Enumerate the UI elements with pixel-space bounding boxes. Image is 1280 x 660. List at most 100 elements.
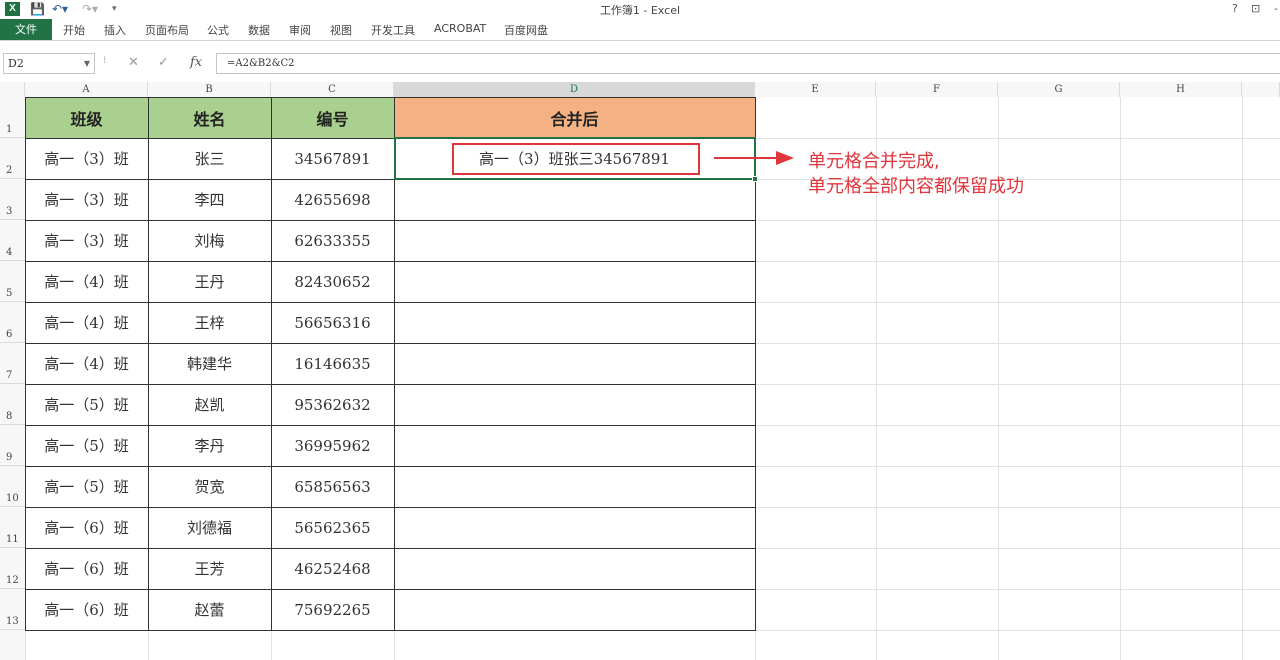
annotation-line-1: 单元格合并完成, bbox=[808, 151, 940, 172]
table-cell[interactable]: 82430652 bbox=[271, 261, 394, 302]
table-border bbox=[25, 97, 26, 631]
enter-icon[interactable]: ✓ bbox=[158, 55, 169, 70]
table-cell[interactable]: 36995962 bbox=[271, 425, 394, 466]
table-cell[interactable]: 34567891 bbox=[271, 138, 394, 179]
row-header-12[interactable]: 12 bbox=[0, 548, 25, 589]
ribbon-display-button[interactable]: ⊡ bbox=[1251, 2, 1260, 15]
row-header-3[interactable]: 3 bbox=[0, 179, 25, 220]
table-cell[interactable]: 高一（5）班 bbox=[25, 425, 148, 466]
arrow-head-icon bbox=[776, 151, 794, 165]
table-cell[interactable]: 42655698 bbox=[271, 179, 394, 220]
row-header-13[interactable]: 13 bbox=[0, 589, 25, 630]
tab-insert[interactable]: 插入 bbox=[104, 22, 126, 38]
row-header-11[interactable]: 11 bbox=[0, 507, 25, 548]
column-header-c[interactable]: C bbox=[271, 82, 394, 97]
select-all-corner[interactable] bbox=[0, 82, 25, 97]
column-header-a[interactable]: A bbox=[25, 82, 148, 97]
column-header-f[interactable]: F bbox=[876, 82, 998, 97]
tab-developer[interactable]: 开发工具 bbox=[371, 22, 415, 38]
table-cell[interactable]: 46252468 bbox=[271, 548, 394, 589]
name-box[interactable]: D2 ▼ bbox=[3, 53, 95, 74]
table-cell[interactable]: 62633355 bbox=[271, 220, 394, 261]
row-header-4[interactable]: 4 bbox=[0, 220, 25, 261]
column-header-h[interactable]: H bbox=[1120, 82, 1242, 97]
table-cell[interactable]: 65856563 bbox=[271, 466, 394, 507]
header-cell-merged[interactable]: 合并后 bbox=[394, 97, 755, 138]
table-cell[interactable]: 高一（4）班 bbox=[25, 302, 148, 343]
table-cell[interactable]: 56562365 bbox=[271, 507, 394, 548]
gridline bbox=[755, 507, 1280, 508]
gridline bbox=[755, 343, 1280, 344]
table-cell[interactable]: 贺宽 bbox=[148, 466, 271, 507]
row-header-8[interactable]: 8 bbox=[0, 384, 25, 425]
row-header-5[interactable]: 5 bbox=[0, 261, 25, 302]
table-cell[interactable]: 李四 bbox=[148, 179, 271, 220]
tab-baidu-netdisk[interactable]: 百度网盘 bbox=[504, 22, 548, 38]
table-cell[interactable]: 韩建华 bbox=[148, 343, 271, 384]
column-header-i[interactable] bbox=[1242, 82, 1280, 97]
table-cell[interactable]: 75692265 bbox=[271, 589, 394, 630]
gridline bbox=[1242, 97, 1243, 660]
column-header-e[interactable]: E bbox=[755, 82, 876, 97]
table-cell[interactable]: 赵凯 bbox=[148, 384, 271, 425]
table-cell[interactable]: 王芳 bbox=[148, 548, 271, 589]
table-cell[interactable]: 16146635 bbox=[271, 343, 394, 384]
insert-function-icon[interactable]: fx bbox=[190, 55, 202, 70]
row-header-14[interactable] bbox=[0, 630, 25, 660]
header-cell-class[interactable]: 班级 bbox=[25, 97, 148, 138]
table-cell[interactable]: 高一（3）班 bbox=[25, 138, 148, 179]
window-title: 工作簿1 - Excel bbox=[599, 4, 681, 17]
help-button[interactable]: ? bbox=[1232, 2, 1238, 15]
tab-acrobat[interactable]: ACROBAT bbox=[434, 22, 486, 35]
tab-home[interactable]: 开始 bbox=[63, 22, 85, 38]
tab-data[interactable]: 数据 bbox=[248, 22, 270, 38]
tab-file[interactable]: 文件 bbox=[0, 19, 52, 40]
row-header-10[interactable]: 10 bbox=[0, 466, 25, 507]
row-header-7[interactable]: 7 bbox=[0, 343, 25, 384]
cancel-icon[interactable]: ✕ bbox=[128, 55, 139, 70]
fill-handle[interactable] bbox=[752, 176, 758, 182]
row-header-9[interactable]: 9 bbox=[0, 425, 25, 466]
table-cell[interactable]: 刘梅 bbox=[148, 220, 271, 261]
table-cell[interactable]: 高一（3）班 bbox=[25, 179, 148, 220]
table-border bbox=[25, 630, 756, 631]
table-cell[interactable]: 高一（6）班 bbox=[25, 548, 148, 589]
column-header-d[interactable]: D bbox=[394, 82, 755, 97]
annotation-line-2: 单元格全部内容都保留成功 bbox=[808, 176, 1024, 197]
table-cell[interactable]: 高一（6）班 bbox=[25, 507, 148, 548]
row-header-6[interactable]: 6 bbox=[0, 302, 25, 343]
tab-page-layout[interactable]: 页面布局 bbox=[145, 22, 189, 38]
table-cell[interactable]: 高一（5）班 bbox=[25, 466, 148, 507]
table-cell[interactable]: 刘德福 bbox=[148, 507, 271, 548]
table-cell[interactable]: 高一（4）班 bbox=[25, 261, 148, 302]
tab-formulas[interactable]: 公式 bbox=[207, 22, 229, 38]
table-cell[interactable]: 高一（3）班 bbox=[25, 220, 148, 261]
header-cell-name[interactable]: 姓名 bbox=[148, 97, 271, 138]
table-cell[interactable]: 赵蕾 bbox=[148, 589, 271, 630]
name-box-value: D2 bbox=[8, 57, 24, 70]
table-cell[interactable]: 高一（5）班 bbox=[25, 384, 148, 425]
tab-view[interactable]: 视图 bbox=[330, 22, 352, 38]
header-cell-id[interactable]: 编号 bbox=[271, 97, 394, 138]
table-border bbox=[25, 589, 756, 590]
table-cell[interactable]: 56656316 bbox=[271, 302, 394, 343]
row-header-2[interactable]: 2 bbox=[0, 138, 25, 179]
chevron-down-icon[interactable]: ▼ bbox=[84, 54, 90, 73]
table-border bbox=[148, 97, 149, 631]
column-header-g[interactable]: G bbox=[998, 82, 1120, 97]
table-cell[interactable]: 张三 bbox=[148, 138, 271, 179]
row-header-1[interactable]: 1 bbox=[0, 97, 25, 138]
table-cell[interactable]: 高一（4）班 bbox=[25, 343, 148, 384]
title-bar: X 💾 ↶▾ ↷▾ ▾ 工作簿1 - Excel ? ⊡ - bbox=[0, 0, 1280, 19]
table-cell[interactable]: 高一（6）班 bbox=[25, 589, 148, 630]
table-cell[interactable]: 王丹 bbox=[148, 261, 271, 302]
table-cell[interactable]: 95362632 bbox=[271, 384, 394, 425]
column-header-b[interactable]: B bbox=[148, 82, 271, 97]
minimize-button[interactable]: - bbox=[1274, 2, 1278, 15]
table-cell[interactable]: 王梓 bbox=[148, 302, 271, 343]
formula-input[interactable]: =A2&B2&C2 bbox=[216, 53, 1280, 74]
table-cell[interactable]: 李丹 bbox=[148, 425, 271, 466]
tab-review[interactable]: 审阅 bbox=[289, 22, 311, 38]
formula-bar: D2 ▼ ⁝ ✕ ✓ fx =A2&B2&C2 bbox=[0, 52, 1280, 76]
table-border bbox=[25, 507, 756, 508]
